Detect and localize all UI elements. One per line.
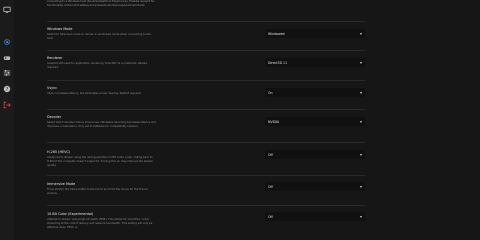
select-value: Off [268, 184, 273, 189]
chevron-down-icon: ▾ [359, 118, 362, 124]
settings-content: connecting to a Windows host (Sunshine/G… [47, 0, 367, 240]
chevron-down-icon: ▾ [359, 183, 362, 189]
help-icon[interactable]: ? [2, 84, 12, 93]
select-value: Windowed [268, 31, 285, 36]
sliders-icon[interactable] [2, 68, 12, 77]
chevron-down-icon: ▾ [359, 151, 362, 157]
hevc-select[interactable]: Off ▾ [265, 150, 365, 159]
windows-mode-select[interactable]: Windowed ▾ [265, 29, 365, 38]
select-value: Direct3D 11 [268, 60, 288, 65]
setting-description: Force stretch the frame buffer to the fu… [47, 188, 148, 195]
divider [47, 175, 365, 176]
divider [47, 50, 365, 51]
setting-description: Select which decoder Trance should use. … [47, 121, 156, 128]
select-value: Off [268, 214, 273, 219]
gamepad-icon[interactable] [2, 53, 12, 62]
sidebar: ? [0, 0, 14, 240]
setting-description: Graphics API used for application render… [47, 62, 148, 69]
divider [47, 80, 365, 81]
immersive-mode-select[interactable]: Off ▾ [265, 182, 365, 191]
setting-description: Advanced to stream using the next-genera… [47, 156, 153, 167]
renderer-select[interactable]: Direct3D 11 ▾ [265, 58, 365, 67]
divider [47, 109, 365, 110]
divider [47, 142, 365, 143]
chevron-down-icon: ▾ [359, 213, 362, 219]
chevron-down-icon: ▾ [359, 59, 362, 65]
logout-icon[interactable] [2, 100, 12, 109]
setting-description: Switch to fullscreen mode or remain in w… [47, 33, 151, 40]
gear-icon[interactable] [2, 37, 12, 46]
10-bit-color-select[interactable]: Off ▾ [265, 212, 365, 221]
select-value: NVIDIA [268, 119, 280, 124]
top-description: connecting to a Windows host (Sunshine/G… [47, 0, 155, 7]
chevron-down-icon: ▾ [359, 30, 362, 36]
decoder-select[interactable]: NVIDIA ▾ [265, 117, 365, 126]
vsync-select[interactable]: On ▾ [265, 88, 365, 97]
setting-description: Attempt to stream using high-bit depth (… [47, 218, 153, 229]
monitor-icon[interactable] [2, 5, 12, 14]
divider [47, 21, 365, 22]
setting-description: Vsync increases latency, but eliminates … [47, 92, 142, 95]
divider [47, 205, 365, 206]
select-value: On [268, 90, 273, 95]
select-value: Off [268, 152, 273, 157]
chevron-down-icon: ▾ [359, 89, 362, 95]
